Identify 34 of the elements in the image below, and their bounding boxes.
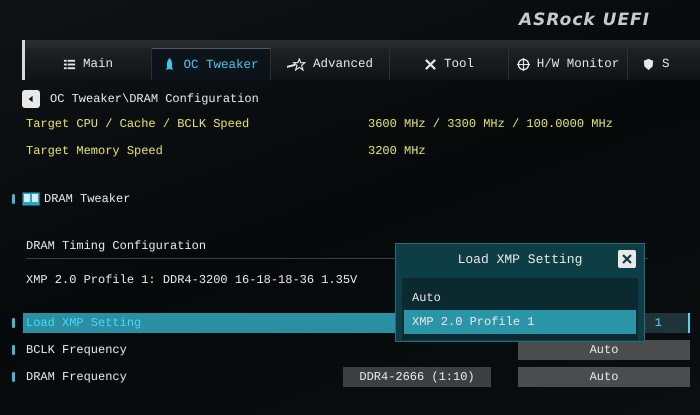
- tab[interactable]: Main: [25, 48, 152, 80]
- tools-icon: [424, 58, 437, 70]
- setting-label[interactable]: DRAM Frequency: [23, 366, 343, 386]
- tab[interactable]: H/W Monitor: [509, 48, 628, 80]
- back-arrow-icon: [27, 95, 35, 103]
- tab[interactable]: OC Tweaker: [152, 48, 271, 80]
- current-value: DDR4-2666 (1:10): [343, 366, 491, 386]
- profile-text: XMP 2.0 Profile 1: DDR4-3200 16-18-18-36 1.35V: [25, 272, 358, 289]
- book-icon: [22, 192, 40, 206]
- tab[interactable]: Tool: [390, 48, 509, 80]
- row-indicator: [12, 194, 15, 204]
- back-button[interactable]: [22, 90, 40, 108]
- close-icon: [622, 254, 632, 264]
- star-icon: [286, 58, 306, 70]
- value-dropdown[interactable]: Auto: [518, 366, 690, 386]
- row-indicator: [12, 318, 15, 328]
- info-label: Target Memory Speed: [26, 144, 164, 158]
- close-button[interactable]: [618, 250, 636, 268]
- section-link[interactable]: DRAM Tweaker: [44, 192, 130, 206]
- info-value: 3600 MHz / 3300 MHz / 100.0000 MHz: [368, 116, 613, 130]
- row-indicator: [12, 372, 15, 382]
- row-indicator: [12, 344, 15, 354]
- shield-icon: [642, 58, 655, 70]
- popup-title: Load XMP Setting: [458, 252, 582, 266]
- tab[interactable]: Advanced: [271, 48, 390, 80]
- breadcrumb: OC Tweaker\DRAM Configuration: [50, 92, 259, 106]
- logo: ASRock UEFI: [519, 10, 650, 30]
- list-icon: [62, 58, 76, 70]
- subheading: DRAM Timing Configuration: [25, 238, 208, 255]
- info-label: Target CPU / Cache / BCLK Speed: [26, 116, 250, 130]
- target-icon: [516, 58, 530, 70]
- setting-label[interactable]: BCLK Frequency: [23, 340, 491, 360]
- info-value: 3200 MHz: [368, 144, 426, 158]
- option-item[interactable]: Auto: [404, 286, 636, 310]
